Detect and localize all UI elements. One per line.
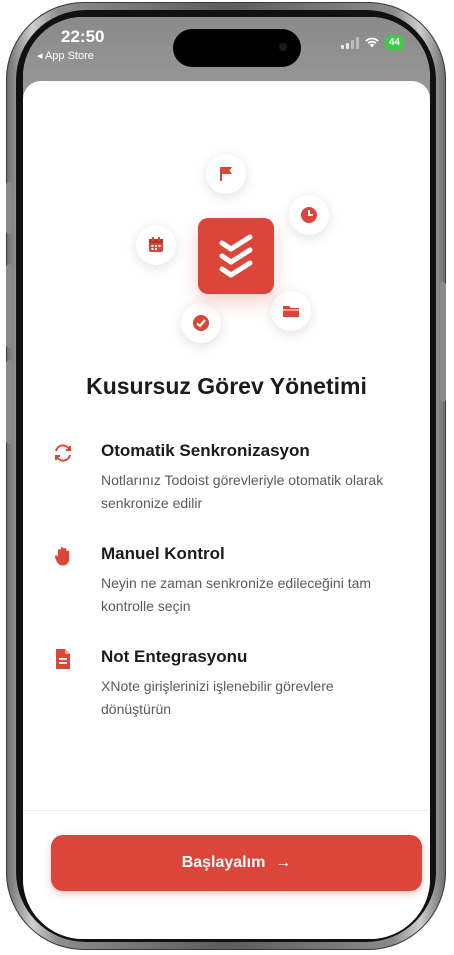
camera-dot <box>279 43 287 51</box>
volume-down-button <box>6 360 12 444</box>
feature-description: Notlarınız Todoist görevleriyle otomatik… <box>101 472 384 511</box>
document-icon <box>51 647 75 671</box>
feature-title: Manuel Kontrol <box>101 544 225 563</box>
battery-indicator: 44 <box>384 35 404 50</box>
feature-description: Neyin ne zaman senkronize edileceğini ta… <box>101 575 372 614</box>
feature-title: Not Entegrasyonu <box>101 647 248 666</box>
hand-stop-icon <box>51 544 75 568</box>
check-circle-icon <box>181 303 221 343</box>
volume-up-button <box>6 264 12 348</box>
back-to-app-store-link[interactable]: ◂ App Store <box>37 49 94 62</box>
action-button <box>6 182 12 234</box>
footer-divider <box>23 810 430 811</box>
signal-icon <box>340 36 359 49</box>
status-indicators: 44 <box>340 35 404 50</box>
folder-icon <box>271 291 311 331</box>
calendar-icon <box>136 225 176 265</box>
dynamic-island <box>173 29 301 67</box>
get-started-button[interactable]: Başlayalım → <box>51 835 422 891</box>
feature-title: Otomatik Senkronizasyon <box>101 441 310 460</box>
flag-icon <box>206 154 246 194</box>
arrow-right-icon: → <box>275 854 292 871</box>
get-started-label: Başlayalım <box>181 854 266 871</box>
onboarding-title: Kusursuz Görev Yönetimi <box>86 373 367 399</box>
screen: 22:50 ◂ App Store 44 Kusursuz Görev Yöne… <box>23 17 430 939</box>
status-time: 22:50 <box>61 27 105 46</box>
hero-illustration <box>23 145 430 365</box>
wifi-icon <box>365 37 379 48</box>
sync-icon <box>51 441 75 465</box>
clock-icon <box>289 195 329 235</box>
todoist-logo-icon <box>198 218 274 294</box>
power-button <box>440 282 446 402</box>
feature-description: XNote girişlerinizi işlenebilir görevler… <box>101 678 334 717</box>
